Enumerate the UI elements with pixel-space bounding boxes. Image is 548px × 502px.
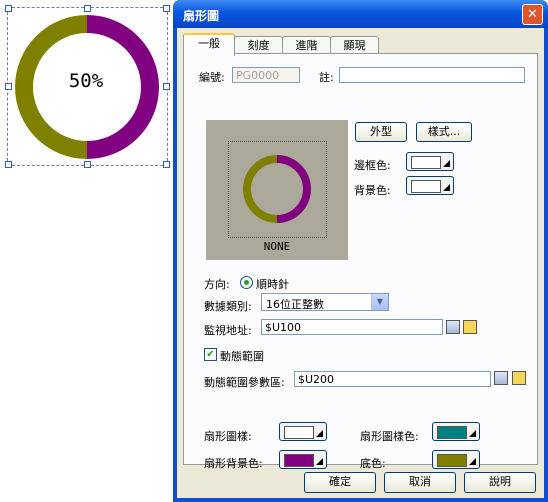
color-swatch	[437, 426, 467, 439]
resize-handle[interactable]	[163, 161, 170, 168]
dropdown-arrow-icon	[443, 184, 450, 191]
lock-icon[interactable]	[512, 371, 526, 385]
small-ring-left	[243, 155, 277, 223]
shape-preview: NONE	[206, 120, 348, 260]
tab-scale[interactable]: 刻度	[234, 36, 283, 54]
resize-handle[interactable]	[84, 161, 91, 168]
close-button[interactable]: ✕	[522, 4, 543, 25]
pie-bg-color-label: 扇形背景色:	[204, 457, 263, 470]
base-color-picker[interactable]	[432, 450, 480, 469]
data-type-label: 數據類別:	[204, 300, 252, 313]
resize-handle[interactable]	[5, 161, 12, 168]
chevron-down-icon[interactable]: ▼	[371, 294, 388, 310]
bg-color-picker[interactable]	[406, 176, 454, 195]
note-label: 註:	[319, 71, 334, 84]
clockwise-radio[interactable]	[240, 276, 253, 289]
tab-advanced[interactable]: 進階	[282, 36, 331, 54]
cancel-button[interactable]: 取消	[384, 472, 456, 493]
clockwise-label: 順時針	[256, 278, 289, 291]
pie-bg-color-picker[interactable]	[279, 450, 327, 469]
percent-label: 50%	[68, 70, 104, 92]
bg-color-label: 背景色:	[354, 184, 391, 197]
data-type-select[interactable]: 16位正整數 ▼	[261, 293, 389, 311]
dialog-title: 扇形圖	[183, 9, 220, 23]
direction-label: 方向:	[204, 278, 230, 291]
note-field[interactable]	[339, 67, 525, 83]
border-color-picker[interactable]	[406, 152, 454, 171]
pie-style-label: 扇形圖樣:	[204, 430, 252, 443]
color-swatch	[284, 426, 314, 439]
ok-button[interactable]: 確定	[304, 472, 376, 493]
id-field[interactable]: PG0000	[232, 67, 300, 83]
resize-handle[interactable]	[163, 5, 170, 12]
color-swatch	[411, 180, 441, 193]
dropdown-arrow-icon	[469, 458, 476, 465]
preview-shape-label: NONE	[263, 240, 291, 253]
pie-style-color-picker[interactable]	[432, 422, 480, 441]
border-color-label: 邊框色:	[354, 159, 391, 172]
title-bar[interactable]: 扇形圖 ✕	[173, 0, 548, 28]
resize-handle[interactable]	[5, 83, 12, 90]
appearance-button[interactable]: 外型	[355, 122, 407, 142]
resize-handle[interactable]	[5, 5, 12, 12]
resize-handle[interactable]	[84, 5, 91, 12]
resize-handle[interactable]	[163, 83, 170, 90]
monitor-address-label: 監視地址:	[204, 324, 252, 337]
dynamic-range-param-field[interactable]: $U200	[294, 371, 491, 387]
dynamic-range-label: 動態範圍	[220, 350, 264, 363]
pie-style-picker[interactable]	[279, 422, 327, 441]
color-swatch	[284, 454, 314, 467]
style-button[interactable]: 樣式...	[416, 122, 472, 142]
dialog-client: 一般 刻度 進階 顯現 編號: PG0000 註: NONE 外型 樣式... …	[177, 28, 544, 498]
color-swatch	[411, 156, 441, 169]
id-label: 編號:	[199, 71, 225, 84]
dynamic-range-checkbox[interactable]: ✔	[204, 348, 217, 361]
calculator-icon[interactable]	[494, 371, 508, 385]
dropdown-arrow-icon	[316, 458, 323, 465]
help-button[interactable]: 說明	[464, 472, 536, 493]
tab-display[interactable]: 顯現	[330, 36, 379, 54]
small-ring-right	[277, 155, 311, 223]
radio-dot	[244, 280, 249, 285]
dropdown-arrow-icon	[316, 430, 323, 437]
base-color-label: 底色:	[360, 457, 386, 470]
dropdown-arrow-icon	[443, 160, 450, 167]
monitor-address-field[interactable]: $U100	[261, 319, 443, 335]
dropdown-arrow-icon	[469, 430, 476, 437]
pie-style-color-label: 扇形圖樣色:	[360, 430, 419, 443]
dynamic-range-param-label: 動態範圍參數區:	[204, 376, 285, 389]
preview-ring-small	[243, 155, 311, 223]
color-swatch	[437, 454, 467, 467]
lock-icon[interactable]	[463, 320, 477, 334]
tab-general[interactable]: 一般	[183, 33, 235, 56]
calculator-icon[interactable]	[446, 320, 460, 334]
pie-chart-dialog: 扇形圖 ✕ 一般 刻度 進階 顯現 編號: PG0000 註: NONE 外型 …	[173, 0, 548, 502]
tab-panel-general: 編號: PG0000 註: NONE 外型 樣式... 邊框色: 背景色: 方向…	[183, 53, 538, 470]
data-type-value: 16位正整數	[266, 298, 324, 311]
